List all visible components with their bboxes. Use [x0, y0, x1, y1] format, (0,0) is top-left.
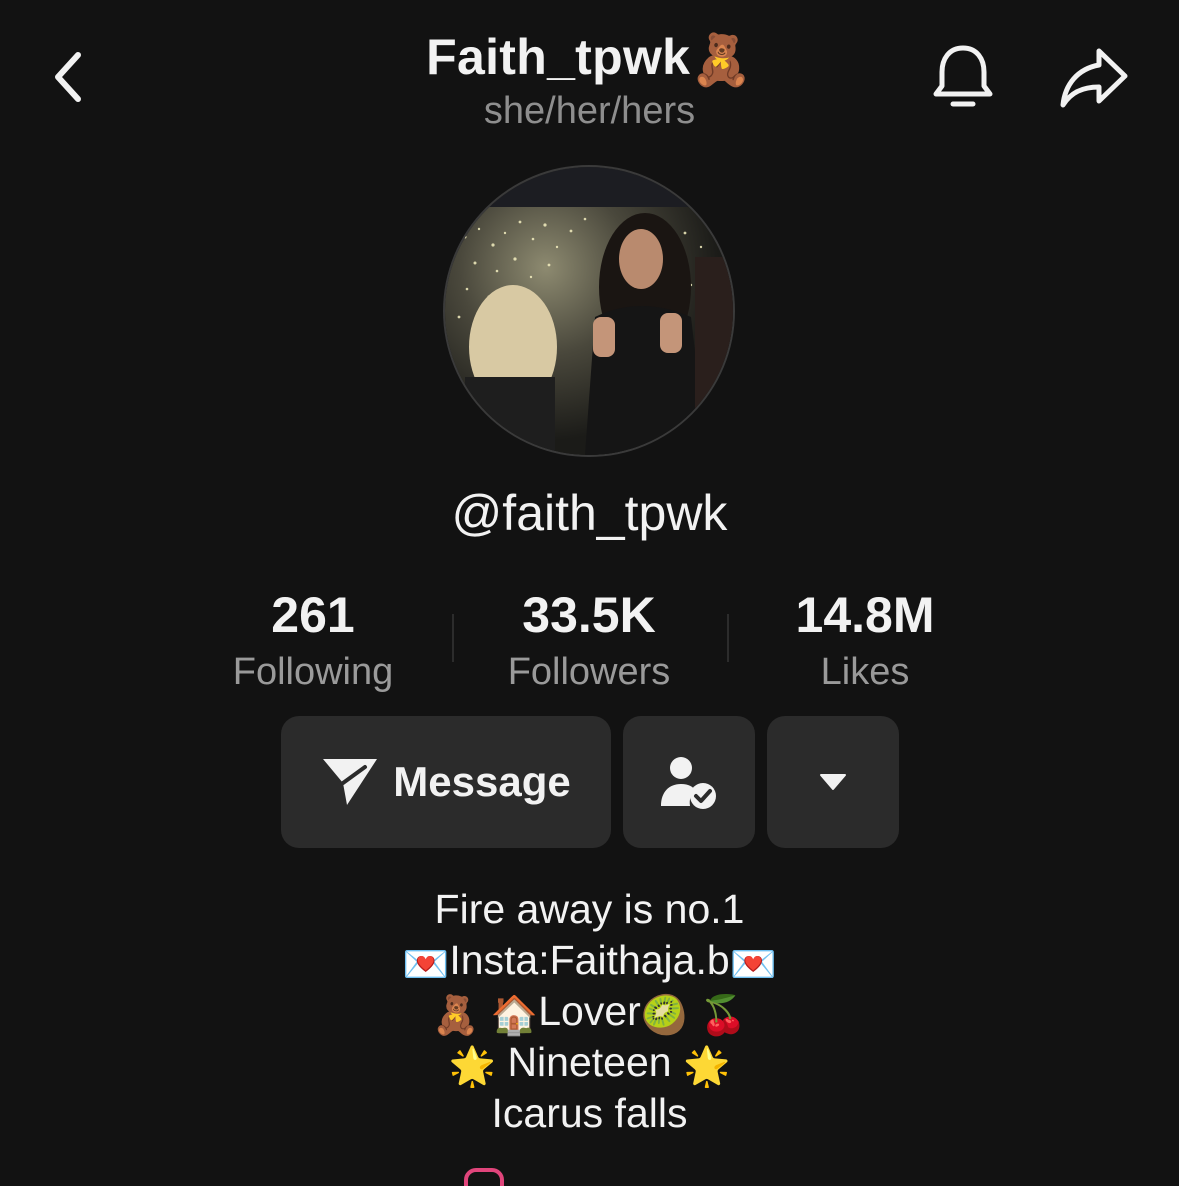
star-emoji: 🌟: [448, 1046, 497, 1088]
notifications-button[interactable]: [928, 40, 998, 116]
bio-line: 🌟 Nineteen 🌟: [0, 1037, 1179, 1088]
star-emoji: 🌟: [682, 1046, 731, 1088]
stat-likes[interactable]: 14.8M Likes: [735, 586, 995, 700]
bio-line: 🧸 🏠Lover🥝 🍒: [0, 986, 1179, 1037]
instagram-link-partial[interactable]: [462, 1166, 722, 1186]
bio-lover-text: Lover: [538, 988, 641, 1034]
house-emoji: 🏠: [490, 995, 539, 1037]
share-arrow-icon: [1060, 48, 1128, 108]
stat-divider: [727, 614, 729, 662]
likes-count: 14.8M: [795, 587, 935, 643]
share-button[interactable]: [1054, 40, 1134, 116]
bio-line: Fire away is no.1: [434, 886, 745, 932]
avatar-photo: [445, 167, 733, 455]
user-check-icon: [661, 757, 716, 809]
bio-line: 💌Insta:Faithaja.b💌: [0, 935, 1179, 986]
caret-down-icon: [820, 774, 846, 790]
bio-instagram-text: Insta:Faithaja.b: [449, 937, 730, 983]
pronouns: she/her/hers: [483, 90, 696, 132]
love-letter-emoji: 💌: [402, 944, 450, 986]
stat-divider: [452, 614, 454, 662]
avatar[interactable]: [445, 167, 733, 455]
teddy-bear-emoji: 🧸: [690, 32, 753, 88]
instagram-icon: [464, 1168, 504, 1186]
more-options-button[interactable]: [767, 716, 899, 848]
message-button[interactable]: Message: [281, 716, 611, 848]
profile-name: Faith_tpwk: [426, 29, 691, 85]
paper-plane-icon: [323, 759, 378, 805]
love-letter-emoji: 💌: [729, 944, 777, 986]
teddy-bear-emoji: 🧸: [432, 995, 480, 1037]
message-button-label: Message: [393, 758, 571, 805]
followers-label: Followers: [507, 651, 671, 693]
bio-nineteen-text: Nineteen: [507, 1039, 672, 1085]
cherries-emoji: 🍒: [699, 995, 747, 1037]
username-handle: @faith_tpwk: [451, 485, 728, 541]
page-title: Faith_tpwk🧸: [0, 28, 1179, 90]
following-status-button[interactable]: [623, 716, 755, 848]
bio-line: Icarus falls: [491, 1090, 688, 1136]
followers-count: 33.5K: [522, 587, 656, 643]
following-count: 261: [271, 587, 355, 643]
bell-icon: [933, 45, 993, 107]
likes-label: Likes: [820, 651, 910, 693]
bio: Fire away is no.1 💌Insta:Faithaja.b💌 🧸 🏠…: [0, 884, 1179, 1139]
stat-following[interactable]: 261 Following: [183, 586, 443, 700]
following-label: Following: [232, 651, 394, 693]
stat-followers[interactable]: 33.5K Followers: [459, 586, 719, 700]
kiwi-emoji: 🥝: [640, 995, 689, 1037]
